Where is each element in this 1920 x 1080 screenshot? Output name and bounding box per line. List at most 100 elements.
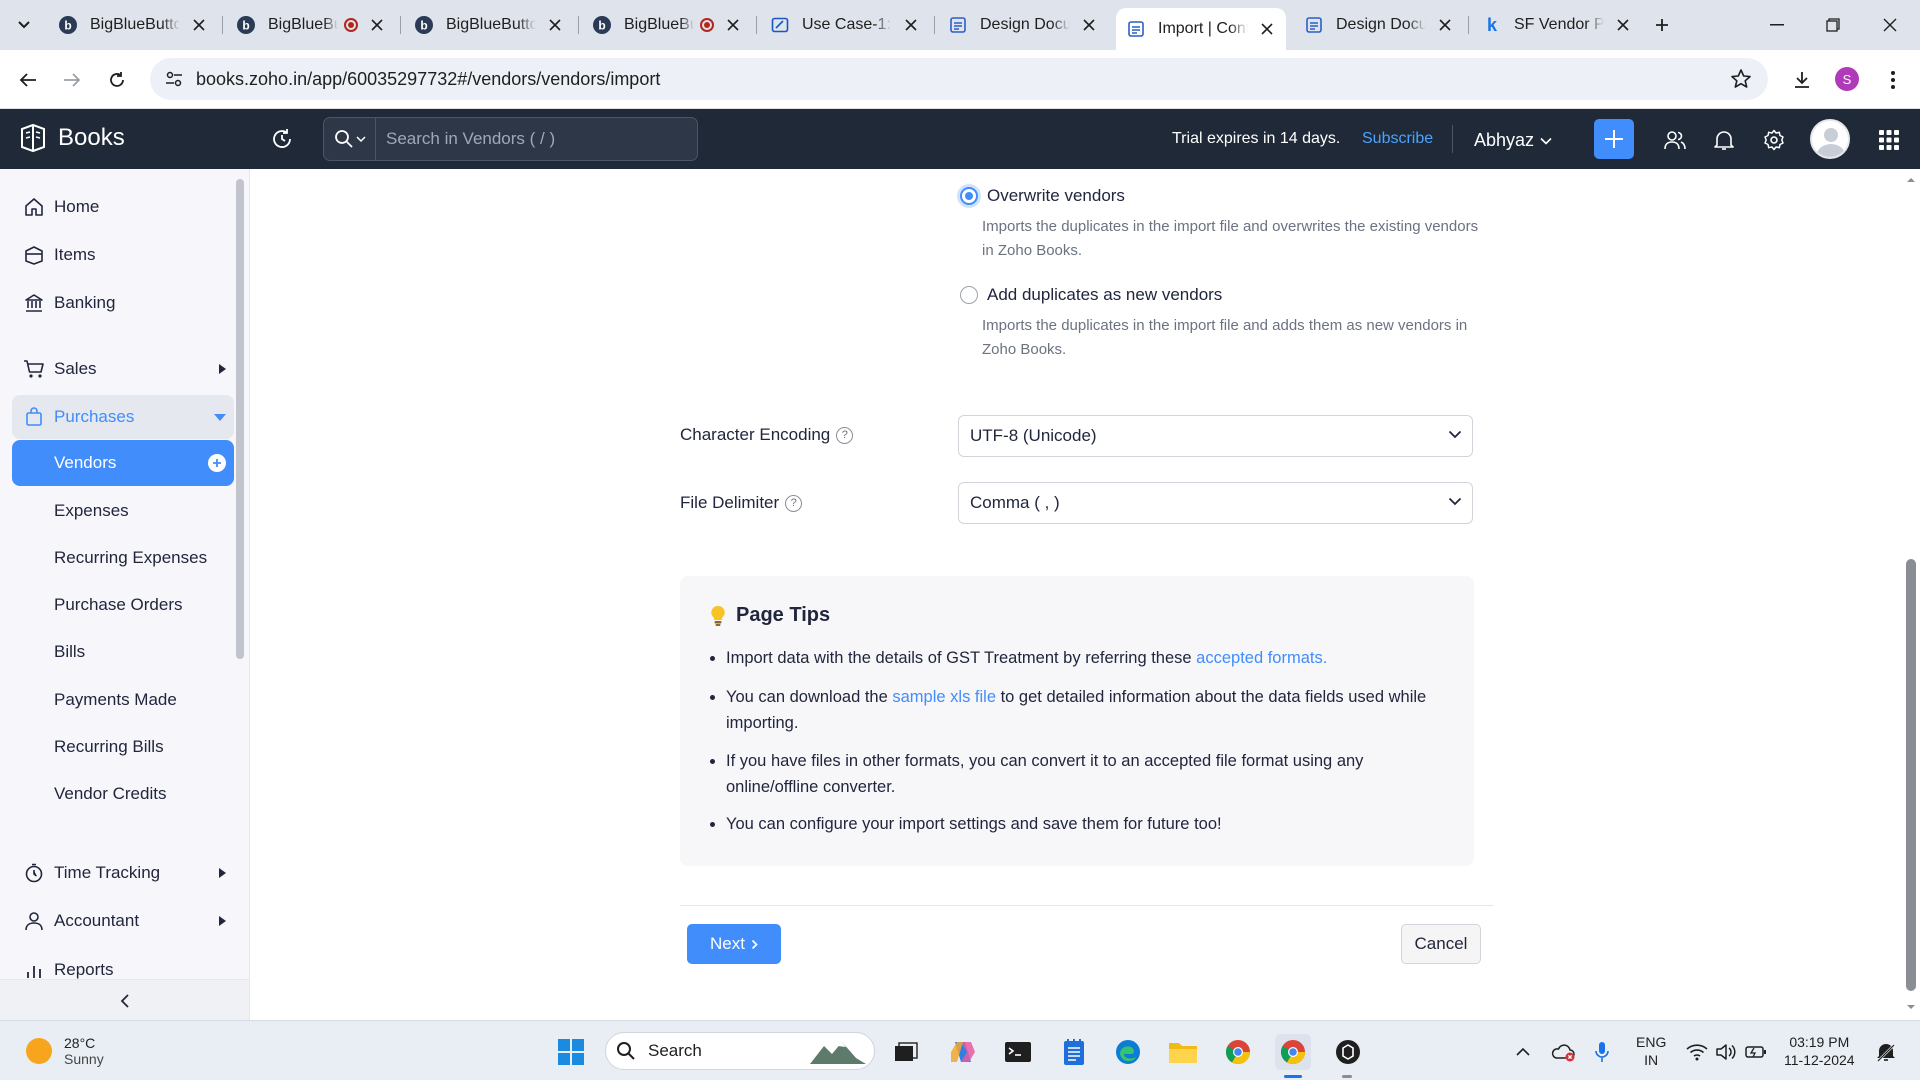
edge-button[interactable] xyxy=(1110,1034,1146,1070)
notification-center-icon[interactable] xyxy=(1868,1034,1904,1070)
reload-button[interactable] xyxy=(101,64,133,96)
close-icon[interactable] xyxy=(1258,23,1276,35)
file-delimiter-select[interactable]: Comma ( , ) xyxy=(958,482,1473,524)
battery-icon[interactable] xyxy=(1738,1034,1774,1070)
browser-tab[interactable]: Design Document xyxy=(1294,8,1464,42)
sidebar-subitem-bills[interactable]: Bills xyxy=(12,629,234,675)
search-input[interactable] xyxy=(376,129,676,149)
close-icon[interactable] xyxy=(368,19,386,31)
tab-search-button[interactable] xyxy=(10,13,38,37)
weather-widget[interactable]: 28°C Sunny xyxy=(26,1035,104,1067)
notepad-button[interactable] xyxy=(1056,1034,1092,1070)
main-scrollbar[interactable] xyxy=(1902,169,1920,1020)
file-explorer-button[interactable] xyxy=(1165,1034,1201,1070)
org-switcher[interactable]: Abhyaz xyxy=(1474,130,1552,151)
restore-button[interactable] xyxy=(1813,8,1853,42)
apps-menu-button[interactable] xyxy=(1876,127,1902,153)
sidebar-collapse-button[interactable] xyxy=(0,979,249,1020)
task-view-button[interactable] xyxy=(888,1034,924,1070)
browser-tab-active[interactable]: Import | Contacts xyxy=(1116,8,1286,50)
next-button[interactable]: Next xyxy=(687,924,781,964)
close-icon[interactable] xyxy=(546,19,564,31)
copilot-button[interactable] xyxy=(945,1034,981,1070)
sidebar-subitem-purchase-orders[interactable]: Purchase Orders xyxy=(12,582,234,628)
scroll-down-icon xyxy=(1907,1005,1915,1009)
user-avatar[interactable] xyxy=(1810,119,1850,159)
downloads-button[interactable] xyxy=(1786,64,1818,96)
users-icon xyxy=(1664,131,1686,150)
browser-menu-button[interactable] xyxy=(1877,64,1909,96)
help-icon[interactable]: ? xyxy=(836,426,854,444)
profile-avatar[interactable]: S xyxy=(1835,67,1859,91)
weather-temp: 28°C xyxy=(64,1035,96,1051)
bookmark-star-icon[interactable] xyxy=(1730,68,1752,90)
site-info-icon[interactable] xyxy=(164,69,184,89)
sidebar-item-home[interactable]: Home xyxy=(12,185,234,229)
sidebar-subitem-vendors[interactable]: Vendors xyxy=(12,440,234,486)
settings-button[interactable] xyxy=(1761,127,1787,153)
quick-create-button[interactable] xyxy=(1594,119,1634,159)
openai-app-button[interactable] xyxy=(1330,1034,1366,1070)
chrome-active-button[interactable] xyxy=(1275,1034,1311,1070)
chrome-button[interactable] xyxy=(1220,1034,1256,1070)
minimize-button[interactable] xyxy=(1757,8,1797,42)
home-icon xyxy=(22,195,46,219)
sidebar-subitem-recurring-bills[interactable]: Recurring Bills xyxy=(12,724,234,770)
omnibox[interactable]: books.zoho.in/app/60035297732#/vendors/v… xyxy=(150,58,1768,100)
cancel-button[interactable]: Cancel xyxy=(1401,924,1481,964)
browser-tab[interactable]: k SF Vendor Page xyxy=(1472,8,1642,42)
sidebar-item-banking[interactable]: Banking xyxy=(12,281,234,325)
sample-xls-link[interactable]: sample xls file xyxy=(892,688,996,706)
close-icon[interactable] xyxy=(1436,19,1454,31)
users-button[interactable] xyxy=(1662,127,1688,153)
close-window-button[interactable] xyxy=(1870,8,1910,42)
accepted-formats-link[interactable]: accepted formats. xyxy=(1196,649,1327,667)
add-duplicates-label[interactable]: Add duplicates as new vendors xyxy=(987,285,1222,305)
language-indicator[interactable]: ENG IN xyxy=(1636,1033,1666,1069)
browser-tab[interactable]: Use Case-1: Vendor xyxy=(760,8,930,42)
close-icon[interactable] xyxy=(724,19,742,31)
overwrite-vendors-radio[interactable] xyxy=(960,187,978,205)
sidebar-item-purchases[interactable]: Purchases xyxy=(12,395,234,439)
start-button[interactable] xyxy=(553,1034,589,1070)
taskbar-search[interactable]: Search xyxy=(605,1032,875,1070)
add-duplicates-radio[interactable] xyxy=(960,286,978,304)
new-tab-button[interactable] xyxy=(1648,13,1676,37)
browser-tab[interactable]: b BigBlueButton xyxy=(48,8,218,42)
scrollbar-thumb[interactable] xyxy=(1906,559,1916,991)
sidebar-item-accountant[interactable]: Accountant xyxy=(12,899,234,943)
microphone-icon[interactable] xyxy=(1584,1034,1620,1070)
terminal-button[interactable] xyxy=(1000,1034,1036,1070)
close-icon[interactable] xyxy=(1614,19,1632,31)
sidebar-subitem-vendor-credits[interactable]: Vendor Credits xyxy=(12,771,234,817)
sidebar-item-items[interactable]: Items xyxy=(12,233,234,277)
help-icon[interactable]: ? xyxy=(785,494,803,512)
sidebar-subitem-expenses[interactable]: Expenses xyxy=(12,488,234,534)
sidebar-item-time-tracking[interactable]: Time Tracking xyxy=(12,851,234,895)
onedrive-icon[interactable] xyxy=(1545,1034,1581,1070)
sidebar-subitem-payments-made[interactable]: Payments Made xyxy=(12,677,234,723)
close-icon[interactable] xyxy=(190,19,208,31)
close-icon[interactable] xyxy=(902,19,920,31)
recent-activity-button[interactable] xyxy=(270,127,294,151)
search-filter-button[interactable] xyxy=(324,117,376,161)
notifications-button[interactable] xyxy=(1711,127,1737,153)
sidebar-item-sales[interactable]: Sales xyxy=(12,347,234,391)
browser-tab[interactable]: Design Document xyxy=(938,8,1108,42)
plus-icon xyxy=(1605,130,1623,148)
browser-tab[interactable]: b BigBlueButton xyxy=(226,8,396,42)
subscribe-link[interactable]: Subscribe xyxy=(1362,130,1433,148)
show-hidden-icons[interactable] xyxy=(1505,1034,1541,1070)
close-icon[interactable] xyxy=(1080,19,1098,31)
browser-tab[interactable]: b BigBlueButton xyxy=(404,8,574,42)
browser-tab[interactable]: b BigBlueButton xyxy=(582,8,752,42)
clock[interactable]: 03:19 PM 11-12-2024 xyxy=(1784,1033,1855,1069)
overwrite-vendors-label[interactable]: Overwrite vendors xyxy=(987,186,1125,206)
add-vendor-icon[interactable] xyxy=(208,454,226,472)
back-button[interactable] xyxy=(12,64,44,96)
forward-button[interactable] xyxy=(56,64,88,96)
sidebar-scrollbar[interactable] xyxy=(236,179,244,659)
character-encoding-select[interactable]: UTF-8 (Unicode) xyxy=(958,415,1473,457)
sidebar-subitem-recurring-expenses[interactable]: Recurring Expenses xyxy=(12,535,234,581)
app-logo[interactable]: Books xyxy=(18,123,125,153)
